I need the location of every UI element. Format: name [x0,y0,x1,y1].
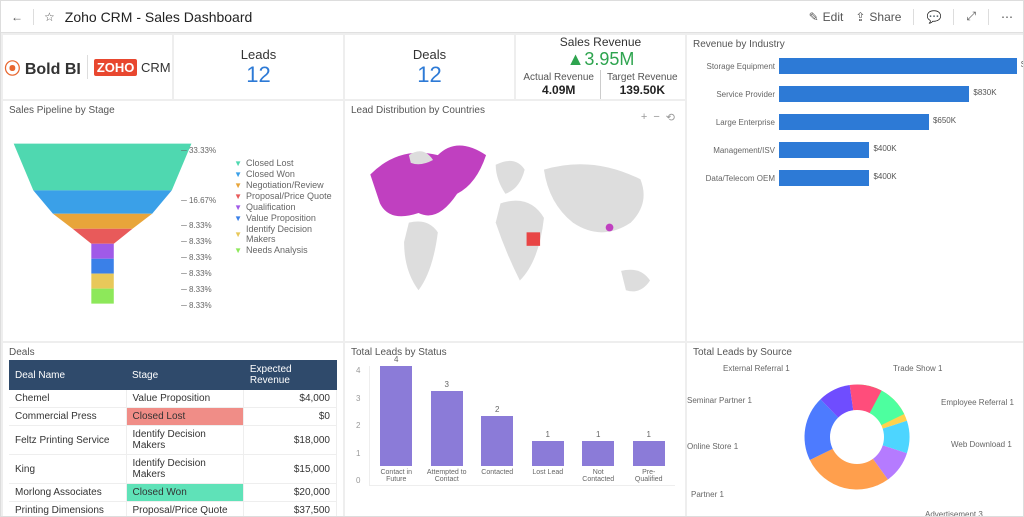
table-row[interactable]: KingIdentify Decision Makers$15,000 [9,455,337,484]
deals-table: Deal NameStageExpected Revenue ChemelVal… [9,360,337,516]
brand-card: ⦿ Bold BI ZOHO CRM [3,35,172,99]
kpi-revenue: Sales Revenue ▲3.95M Actual Revenue4.09M… [516,35,685,99]
share-button[interactable]: ⇪Share [855,10,901,24]
kpi-leads: Leads 12 [174,35,343,99]
topbar: ← ☆ Zoho CRM - Sales Dashboard ✎Edit ⇪Sh… [1,1,1023,33]
bar-label: Large Enterprise [697,118,775,127]
share-icon: ⇪ [855,10,865,24]
donut-slice-label: Advertisement 3 [925,510,983,516]
industry-bar-row: Management/ISV $400K [697,142,1017,158]
zoho-logo: ZOHO CRM [94,60,171,75]
status-bar: 1Pre-Qualified [629,430,670,485]
donut-slice-label: Partner 1 [691,490,724,499]
table-row[interactable]: Feltz Printing ServiceIdentify Decision … [9,426,337,455]
funnel-legend: ▼Closed Lost▼Closed Won▼Negotiation/Revi… [234,158,337,337]
table-header[interactable]: Deal Name [9,360,126,390]
up-arrow-icon: ▲ [567,49,585,69]
deals-card: Deals Deal NameStageExpected Revenue Che… [3,343,343,516]
status-bar: 3Attempted to Contact [427,380,468,485]
bar-label: Storage Equipment [697,62,775,71]
fullscreen-icon[interactable]: ⤢ [966,9,976,24]
revenue-industry-card: Revenue by Industry Storage Equipment $1… [687,35,1023,341]
industry-bar-row: Large Enterprise $650K [697,114,1017,130]
donut-slice-label: Trade Show 1 [893,364,943,373]
table-row[interactable]: Commercial PressClosed Lost$0 [9,408,337,426]
page-title: Zoho CRM - Sales Dashboard [65,9,253,25]
kpi-value: 12 [246,62,270,88]
industry-bar-row: Data/Telecom OEM $400K [697,170,1017,186]
donut-slice-label: External Referral 1 [723,364,790,373]
edit-button[interactable]: ✎Edit [809,10,844,24]
kpi-deals: Deals 12 [345,35,514,99]
world-map[interactable] [351,118,679,337]
pipeline-card: Sales Pipeline by Stage ─ 33.33%─ 16.67%… [3,101,343,341]
comment-icon[interactable]: 💬 [926,10,941,24]
bar-label: Management/ISV [697,146,775,155]
table-header[interactable]: Stage [126,360,244,390]
donut-slice-label: Employee Referral 1 [941,398,1014,407]
map-card: Lead Distribution by Countries + − ⟲ [345,101,685,341]
industry-bar-row: Service Provider $830K [697,86,1017,102]
leads-status-card: Total Leads by Status 43210 4Contact in … [345,343,685,516]
donut-chart: External Referral 1 Trade Show 1 Employee … [693,360,1021,514]
kpi-value: 12 [417,62,441,88]
status-bar-chart: 43210 4Contact in Future3Attempted to Co… [369,366,675,486]
industry-bar-row: Storage Equipment $1.04M [697,58,1017,74]
more-icon[interactable]: ⋯ [1001,10,1013,24]
star-icon[interactable]: ☆ [44,10,55,24]
bar-label: Service Provider [697,90,775,99]
table-row[interactable]: ChemelValue Proposition$4,000 [9,390,337,408]
pencil-icon: ✎ [809,10,819,24]
kpi-label: Leads [241,47,276,62]
status-bar: 1Not Contacted [578,430,619,485]
donut-slice-label: Web Download 1 [951,440,1012,449]
kpi-label: Deals [413,47,446,62]
table-row[interactable]: Printing DimensionsProposal/Price Quote$… [9,502,337,517]
donut-slice-label: Seminar Partner 1 [687,396,752,405]
donut-slice-label: Online Store 1 [687,442,738,451]
boldbi-logo: ⦿ Bold BI [4,55,80,79]
status-bar: 2Contacted [477,405,518,485]
table-row[interactable]: Morlong AssociatesClosed Won$20,000 [9,484,337,502]
revenue-value: ▲3.95M [567,49,635,70]
table-header[interactable]: Expected Revenue [244,360,337,390]
status-bar: 1Lost Lead [528,430,569,485]
status-bar: 4Contact in Future [376,355,417,485]
bar-label: Data/Telecom OEM [697,174,775,183]
back-icon[interactable]: ← [11,10,23,24]
funnel-chart: ─ 33.33%─ 16.67%─ 8.33%─ 8.33%─ 8.33%─ 8… [9,118,196,333]
leads-source-card: Total Leads by Source External Referral … [687,343,1023,516]
